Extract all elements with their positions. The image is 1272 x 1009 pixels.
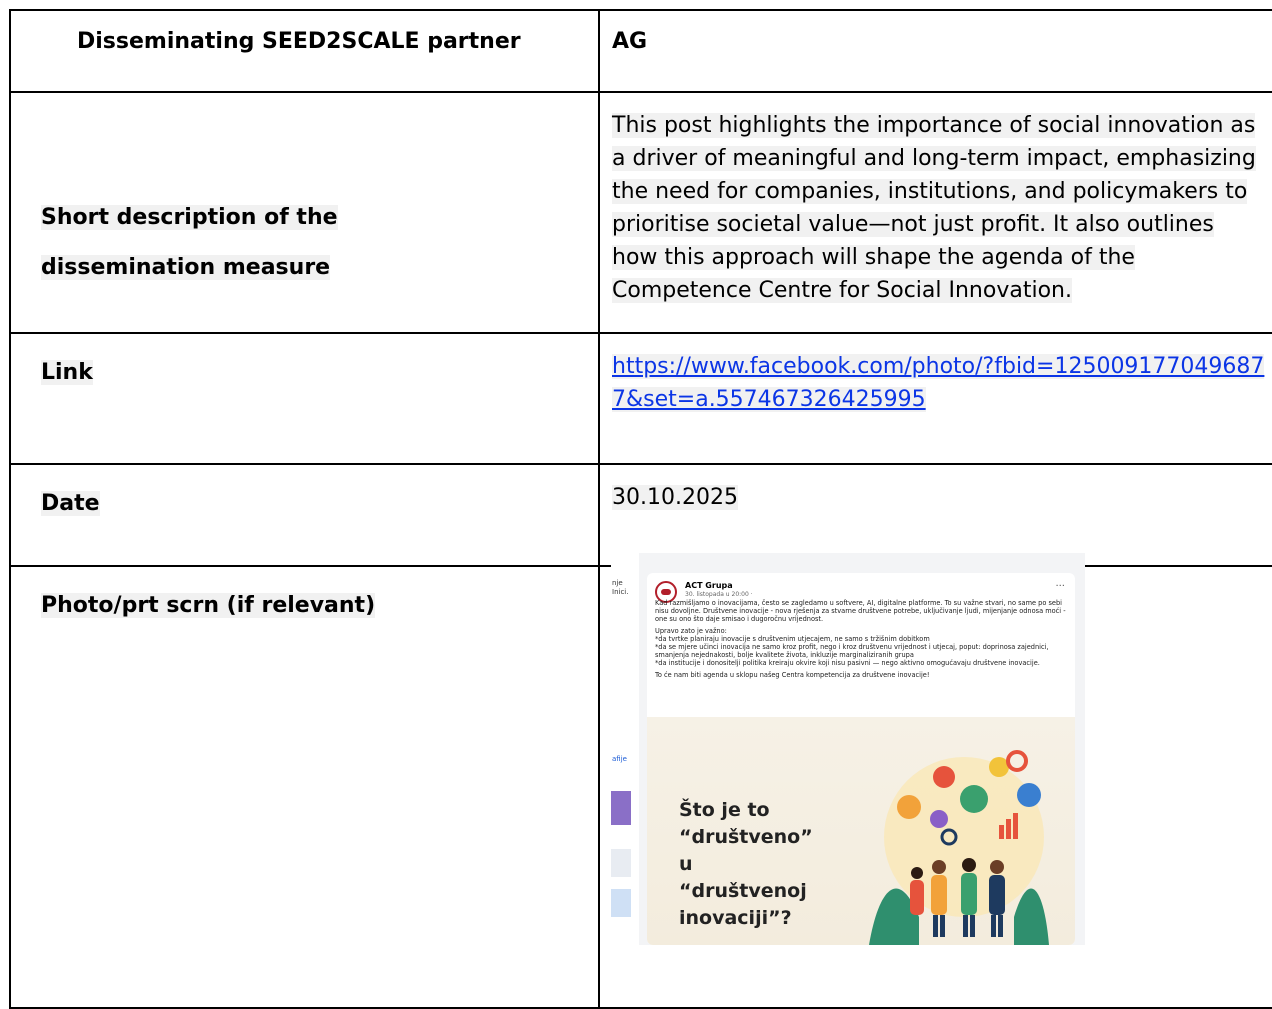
partner-value: AG [612,29,648,54]
sidebar-fragment: nje Inici. afije [611,553,639,945]
row-date: Date 30.10.2025 [9,463,1272,567]
post-image: Što je to “društveno” u “društvenoj inov… [647,717,1075,945]
facebook-post-screenshot: nje Inici. afije ACT Grupa 30. listopada… [611,553,1085,945]
description-label-line-2: dissemination measure [41,255,331,280]
description-label-line-1: Short description of the [41,205,338,230]
facebook-post-link[interactable]: https://www.facebook.com/photo/?fbid=125… [612,354,1265,412]
row-description: Short description of the dissemination m… [9,91,1272,334]
more-options-icon: ··· [1055,581,1065,592]
thumbnail-fragment [611,791,631,825]
row-link: Link https://www.facebook.com/photo/?fbi… [9,332,1272,465]
date-value: 30.10.2025 [612,485,738,510]
description-value: This post highlights the importance of s… [612,113,1256,303]
partner-label: Disseminating SEED2SCALE partner [77,29,521,54]
post-card: ACT Grupa 30. listopada u 20:00 · ··· Ka… [647,573,1075,945]
post-date: 30. listopada u 20:00 · [685,591,753,598]
page-name: ACT Grupa [685,581,733,590]
thumbnail-fragment [611,849,631,877]
image-headline: Što je to “društveno” u “društvenoj inov… [679,799,813,929]
row-partner: Disseminating SEED2SCALE partner AG [9,9,1272,93]
thumbnail-fragment [611,889,631,917]
lightbulbs-people-illustration [869,750,1049,945]
photo-label: Photo/prt scrn (if relevant) [41,593,376,618]
post-text: Kad razmišljamo o inovacijama, često se … [655,599,1066,679]
date-label: Date [41,491,100,516]
link-label: Link [41,360,93,385]
